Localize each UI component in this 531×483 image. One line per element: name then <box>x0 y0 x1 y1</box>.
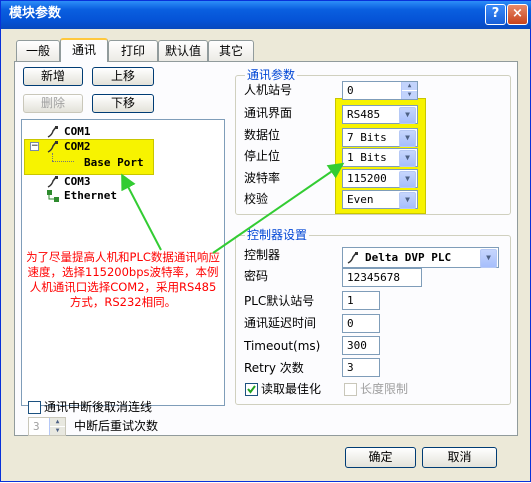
arrow-to-params <box>212 162 345 254</box>
dialog-window: 模块参数 ? × 一般 通讯 打印 默认值 其它 新增 上移 删除 下移 COM… <box>0 0 531 482</box>
annotation-arrows <box>121 162 345 254</box>
arrow-to-tree <box>121 173 162 251</box>
